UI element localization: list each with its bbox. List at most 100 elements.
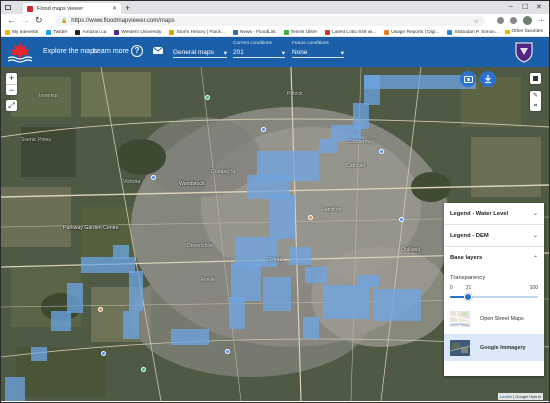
- attribution-text: | Google Hybrid: [512, 394, 541, 399]
- bookmark-item[interactable]: Tennis Ulitre: [283, 29, 317, 35]
- folder-icon: [504, 29, 510, 34]
- bookmark-item[interactable]: Usage Reports | Digi...: [384, 29, 439, 35]
- slider-min: 0: [450, 285, 453, 291]
- bookmark-label: My Interests: [12, 29, 39, 35]
- bookmark-item[interactable]: My Interests: [5, 29, 39, 35]
- map-pin-icon[interactable]: [399, 217, 404, 222]
- bookmark-item[interactable]: News - FloodList: [232, 29, 276, 35]
- legend-dem-header[interactable]: Legend - DEM ⌄: [444, 225, 544, 247]
- download-button[interactable]: [480, 71, 496, 87]
- map-pin-icon[interactable]: [98, 307, 103, 312]
- bookmark-label: Storm History | Flack...: [176, 29, 225, 35]
- minimize-icon[interactable]: –: [509, 3, 513, 10]
- slider-value: 21: [465, 285, 472, 291]
- url-text: https://www.floodmapviewer.com/maps: [71, 18, 175, 24]
- favorite-star-icon[interactable]: ☆: [474, 18, 479, 25]
- flood-area: [269, 195, 295, 239]
- fullscreen-button[interactable]: ⤢: [6, 100, 17, 111]
- general-maps-value: General maps: [173, 49, 214, 56]
- chevron-down-icon: ▾: [340, 49, 344, 57]
- map-canvas[interactable]: Innerkip Woodstock Scenic Pines Victoria…: [1, 67, 549, 401]
- future-conditions-select[interactable]: Future conditions None ▾: [292, 41, 344, 58]
- bookmark-item[interactable]: Amazon.ca: [75, 29, 106, 35]
- bookmark-item[interactable]: Storm History | Flack...: [169, 29, 225, 35]
- place-label: Victoria: [123, 179, 141, 185]
- refresh-icon[interactable]: ↻: [35, 15, 43, 26]
- flood-area: [323, 285, 369, 319]
- edit-icon[interactable]: ✎: [530, 91, 541, 101]
- current-conditions-caption: Current conditions: [233, 41, 272, 46]
- bookmark-item[interactable]: Latest Lotto 649 wi...: [325, 29, 376, 35]
- bookmark-item[interactable]: Twitter: [46, 29, 68, 35]
- current-conditions-select[interactable]: Current conditions 201 ▾: [233, 41, 285, 58]
- general-maps-select[interactable]: General maps ▾: [173, 41, 227, 58]
- chevron-down-icon: ▾: [281, 49, 285, 57]
- base-layers-header[interactable]: Base layers ⌃: [444, 247, 544, 269]
- map-pin-icon[interactable]: [205, 95, 210, 100]
- lock-icon: 🔒: [61, 18, 68, 24]
- flood-area: [123, 311, 139, 339]
- mail-icon[interactable]: [152, 46, 164, 54]
- chevron-down-icon: ⌄: [532, 211, 538, 217]
- maximize-icon[interactable]: ☐: [522, 3, 528, 11]
- bookmarks-bar: My Interests Twitter Amazon.ca Western Univ…: [1, 28, 549, 37]
- map-pin-icon[interactable]: [101, 351, 106, 356]
- more-menu-icon[interactable]: ⋯: [538, 17, 545, 25]
- map-pin-icon[interactable]: [308, 215, 313, 220]
- leaflet-link[interactable]: Leaflet: [500, 394, 512, 399]
- help-icon[interactable]: ?: [131, 45, 143, 57]
- map-pin-icon[interactable]: [379, 149, 384, 154]
- place-label: Cathcart: [346, 163, 366, 169]
- map-pin-icon[interactable]: [225, 349, 230, 354]
- map-pin-icon[interactable]: [261, 127, 266, 132]
- flood-area: [171, 329, 209, 345]
- basemap-option-google[interactable]: Google Immagery: [444, 334, 544, 361]
- legend-water-level-header[interactable]: Legend - Water Level ⌄: [444, 203, 544, 225]
- camera-button[interactable]: [460, 71, 476, 87]
- transparency-slider[interactable]: [450, 293, 538, 301]
- bookmark-label: News - FloodList: [239, 29, 276, 35]
- browser-tab-strip: Flood maps viewer ✕ + – ☐ ✕: [1, 1, 549, 14]
- forward-icon[interactable]: →: [21, 15, 30, 26]
- bookmark-icon: [46, 29, 52, 35]
- map-pin-icon[interactable]: [151, 175, 156, 180]
- close-window-icon[interactable]: ✕: [536, 3, 542, 11]
- tab-actions-icon[interactable]: [5, 5, 11, 10]
- google-imagery-thumbnail: [450, 339, 470, 356]
- other-favorites-link[interactable]: Other favorites: [504, 29, 543, 34]
- slider-thumb[interactable]: [464, 293, 473, 301]
- explore-maps-link[interactable]: Explore the maps: [43, 48, 97, 55]
- legend-panel: Legend - Water Level ⌄ Legend - DEM ⌄ Ba…: [444, 203, 544, 376]
- learn-more-link[interactable]: Learn more: [93, 48, 129, 55]
- bookmark-item[interactable]: Western University: [114, 29, 161, 35]
- new-tab-button[interactable]: +: [125, 3, 130, 13]
- browser-tab[interactable]: Flood maps viewer ✕: [23, 3, 121, 14]
- transparency-label: Transparency: [450, 275, 486, 281]
- zoom-in-button[interactable]: +: [6, 73, 17, 85]
- bookmark-icon: [384, 29, 390, 35]
- zoom-out-button[interactable]: −: [6, 85, 17, 96]
- basemap-label: Google Immagery: [480, 344, 526, 351]
- flood-area: [67, 283, 83, 313]
- extensions-icon[interactable]: [497, 17, 504, 24]
- collections-icon[interactable]: [510, 17, 517, 24]
- flood-area: [81, 257, 135, 273]
- future-conditions-value: None: [292, 49, 308, 56]
- download-icon: [485, 75, 491, 84]
- close-tab-icon[interactable]: ✕: [112, 5, 117, 12]
- bookmark-icon: [114, 29, 120, 35]
- maple-leaf-logo-icon[interactable]: [6, 41, 34, 63]
- zoom-control: + −: [6, 73, 17, 95]
- avatar[interactable]: [523, 16, 532, 25]
- chevron-up-icon: ⌃: [532, 255, 538, 262]
- measure-icon[interactable]: ⌗: [530, 101, 541, 111]
- url-field[interactable]: 🔒 https://www.floodmapviewer.com/maps ☆: [55, 16, 485, 26]
- map-pin-icon[interactable]: [141, 367, 146, 372]
- bookmark-item[interactable]: Slobodan P. Simon...: [447, 29, 499, 35]
- layers-toggle-button[interactable]: [530, 73, 541, 84]
- bookmark-label: Twitter: [53, 29, 68, 35]
- back-icon[interactable]: ←: [7, 15, 16, 26]
- place-label: Pittock: [287, 91, 303, 97]
- basemap-option-osm[interactable]: Open Street Maps: [444, 305, 544, 332]
- bookmark-icon: [447, 29, 453, 35]
